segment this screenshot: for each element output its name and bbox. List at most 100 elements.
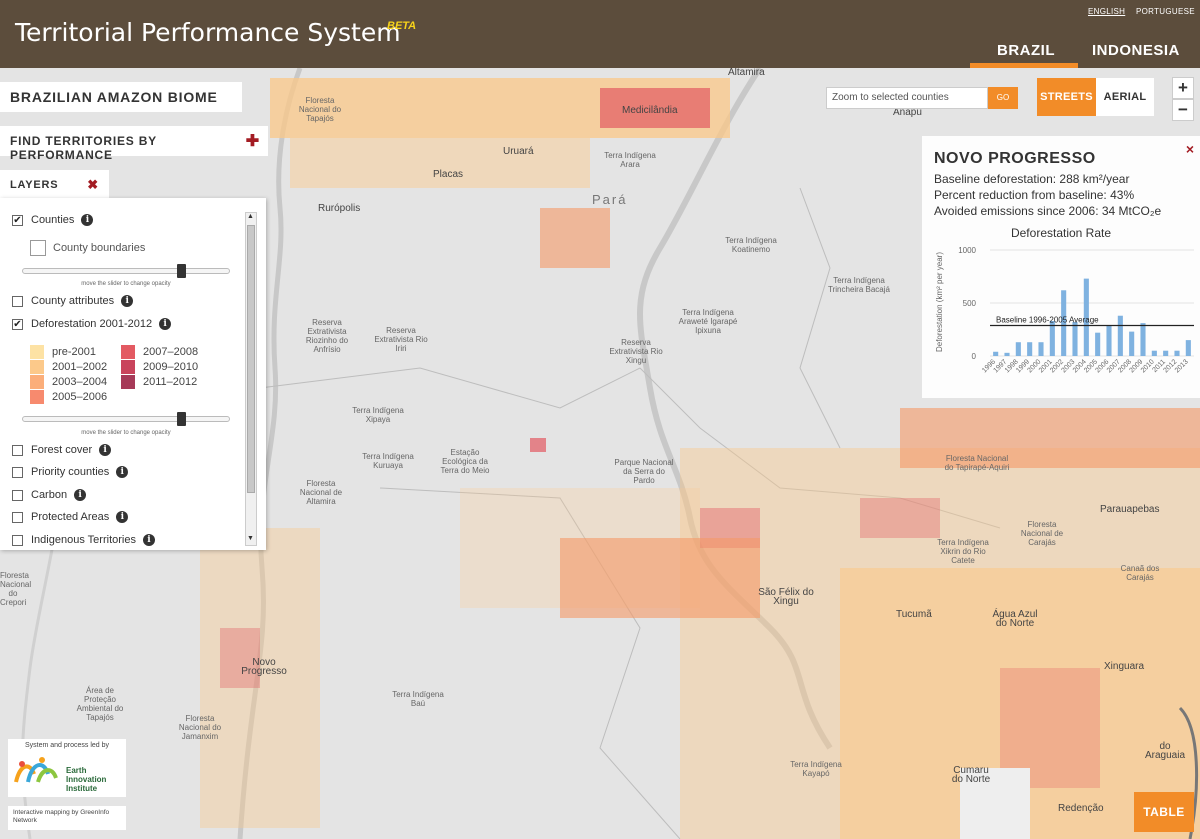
scroll-down-icon[interactable]: ▼ bbox=[247, 535, 254, 542]
checkbox-unchecked[interactable] bbox=[12, 511, 23, 523]
eii-credit[interactable]: System and process led by Earth Innovati… bbox=[8, 739, 126, 797]
info-icon[interactable]: i bbox=[74, 489, 87, 501]
popup-title: NOVO PROGRESSO bbox=[934, 150, 1096, 167]
lang-portuguese-link[interactable]: PORTUGUESE bbox=[1136, 7, 1195, 16]
chart-bar bbox=[1038, 342, 1044, 356]
greeninfo-credit[interactable]: Interactive mapping by GreenInfo Network bbox=[8, 806, 126, 830]
eii-logo-icon bbox=[14, 757, 58, 783]
app-title: Territorial Performance System bbox=[15, 18, 401, 47]
info-icon[interactable]: i bbox=[116, 466, 129, 478]
legend-swatch bbox=[30, 390, 44, 404]
map-label: Tucumã bbox=[896, 609, 932, 620]
map-label: Redenção bbox=[1058, 803, 1104, 814]
slider-handle[interactable] bbox=[177, 264, 186, 278]
checkbox-checked[interactable]: ✔ bbox=[12, 318, 23, 330]
map-label: Área de Proteção Ambiental do Tapajós bbox=[76, 686, 124, 722]
slider-note: move the slider to change opacity bbox=[81, 281, 171, 287]
layer-label: Carbon bbox=[31, 489, 68, 501]
layer-indigenous-territories[interactable]: Indigenous Territories i bbox=[12, 533, 155, 547]
legend-item: 2011–2012 bbox=[121, 375, 197, 389]
layer-deforestation[interactable]: ✔ Deforestation 2001-2012 i bbox=[12, 317, 172, 331]
map-label: Floresta Nacional do Tapajós bbox=[298, 96, 342, 123]
legend-label: pre-2001 bbox=[52, 346, 97, 358]
lang-english-link[interactable]: ENGLISH bbox=[1088, 7, 1125, 16]
slider-note: move the slider to change opacity bbox=[81, 430, 171, 436]
scroll-up-icon[interactable]: ▲ bbox=[247, 213, 254, 220]
map-label: Floresta Nacional do Tapirapé-Aquiri bbox=[944, 454, 1010, 472]
layer-label: County attributes bbox=[31, 295, 115, 307]
close-icon[interactable]: ✖ bbox=[87, 177, 99, 193]
legend-swatch bbox=[121, 375, 135, 389]
deforestation-chart: Deforestation (km² per year)050010001996… bbox=[935, 246, 1194, 374]
layer-label: Indigenous Territories bbox=[31, 534, 136, 546]
info-icon[interactable]: i bbox=[116, 511, 129, 523]
layer-counties[interactable]: ✔ Counties i bbox=[12, 213, 94, 227]
zoom-out-button[interactable]: − bbox=[1172, 99, 1194, 121]
percent-reduction: Percent reduction from baseline: 43% bbox=[934, 188, 1135, 202]
checkbox-unchecked[interactable] bbox=[12, 295, 23, 307]
map-label: Novo Progresso bbox=[241, 657, 287, 677]
layer-label: Priority counties bbox=[31, 466, 110, 478]
layers-scrollbar[interactable]: ▲ ▼ bbox=[245, 212, 257, 546]
map-label: Placas bbox=[433, 169, 464, 180]
tab-brazil[interactable]: BRAZIL bbox=[997, 42, 1055, 59]
find-territories-button[interactable]: FIND TERRITORIES BY PERFORMANCE ✚ bbox=[0, 126, 268, 162]
zoom-in-button[interactable]: + bbox=[1172, 77, 1194, 99]
map-label: Floresta Nacional do Crepori bbox=[0, 571, 32, 607]
checkbox-checked[interactable]: ✔ bbox=[12, 214, 23, 226]
map-label: Floresta Nacional do Jamanxim bbox=[178, 714, 222, 741]
layers-header: LAYERS ✖ bbox=[0, 170, 109, 200]
layer-label: Protected Areas bbox=[31, 511, 110, 523]
layer-forest-cover[interactable]: Forest cover i bbox=[12, 443, 112, 457]
checkbox-unchecked[interactable] bbox=[12, 466, 23, 478]
layer-protected-areas[interactable]: Protected Areas i bbox=[12, 510, 129, 524]
map-label: Medicilândia bbox=[622, 105, 678, 116]
legend-label: 2007–2008 bbox=[143, 346, 199, 358]
info-icon[interactable]: i bbox=[99, 444, 112, 456]
close-icon[interactable]: × bbox=[1186, 141, 1194, 157]
map-label: Água Azul do Norte bbox=[992, 609, 1038, 629]
tab-indonesia[interactable]: INDONESIA bbox=[1092, 42, 1180, 59]
map-label: Parauapebas bbox=[1100, 504, 1160, 515]
opacity-slider-deforestation[interactable] bbox=[22, 412, 230, 426]
legend-item: 2003–2004 bbox=[30, 375, 107, 389]
info-icon[interactable]: i bbox=[159, 318, 172, 330]
x-tick-label: 2013 bbox=[1174, 358, 1190, 374]
layer-carbon[interactable]: Carbon i bbox=[12, 488, 87, 502]
plus-icon: ✚ bbox=[245, 133, 260, 150]
chart-bar bbox=[1163, 350, 1169, 356]
eii-org-name: Earth Innovation Institute bbox=[66, 766, 107, 793]
aerial-toggle[interactable]: AERIAL bbox=[1096, 78, 1154, 116]
y-tick-label: 0 bbox=[972, 352, 977, 361]
county-boundaries-checkbox[interactable] bbox=[30, 240, 46, 256]
streets-toggle[interactable]: STREETS bbox=[1037, 78, 1096, 116]
chart-bar bbox=[1185, 340, 1191, 356]
info-icon[interactable]: i bbox=[81, 214, 94, 226]
layer-label: Forest cover bbox=[31, 444, 93, 456]
legend-item: 2005–2006 bbox=[30, 390, 107, 404]
map-label: Altamira bbox=[728, 68, 765, 78]
legend-label: 2009–2010 bbox=[143, 361, 199, 373]
checkbox-unchecked[interactable] bbox=[12, 534, 23, 546]
checkbox-unchecked[interactable] bbox=[12, 489, 23, 501]
table-button[interactable]: TABLE bbox=[1134, 792, 1194, 832]
checkbox-unchecked[interactable] bbox=[12, 444, 23, 456]
layers-heading: LAYERS bbox=[10, 179, 59, 191]
legend-label: 2003–2004 bbox=[52, 376, 108, 388]
go-button[interactable]: GO bbox=[988, 87, 1018, 109]
chart-bar bbox=[1174, 350, 1180, 356]
info-icon[interactable]: i bbox=[142, 534, 155, 546]
county-search-input[interactable]: Zoom to selected counties bbox=[826, 87, 988, 109]
scroll-thumb[interactable] bbox=[247, 225, 255, 493]
chart-bar bbox=[1015, 342, 1021, 356]
map-label: Floresta Nacional de Altamira bbox=[299, 479, 343, 506]
legend-swatch bbox=[30, 375, 44, 389]
info-icon[interactable]: i bbox=[121, 295, 134, 307]
chart-bar bbox=[1151, 350, 1157, 356]
layer-priority-counties[interactable]: Priority counties i bbox=[12, 465, 129, 479]
layer-county-attributes[interactable]: County attributes i bbox=[12, 294, 134, 308]
county-info-popup: NOVO PROGRESSO × Baseline deforestation:… bbox=[922, 136, 1200, 398]
legend-item: 2009–2010 bbox=[121, 360, 198, 374]
opacity-slider-counties[interactable] bbox=[22, 264, 230, 278]
slider-handle[interactable] bbox=[177, 412, 186, 426]
